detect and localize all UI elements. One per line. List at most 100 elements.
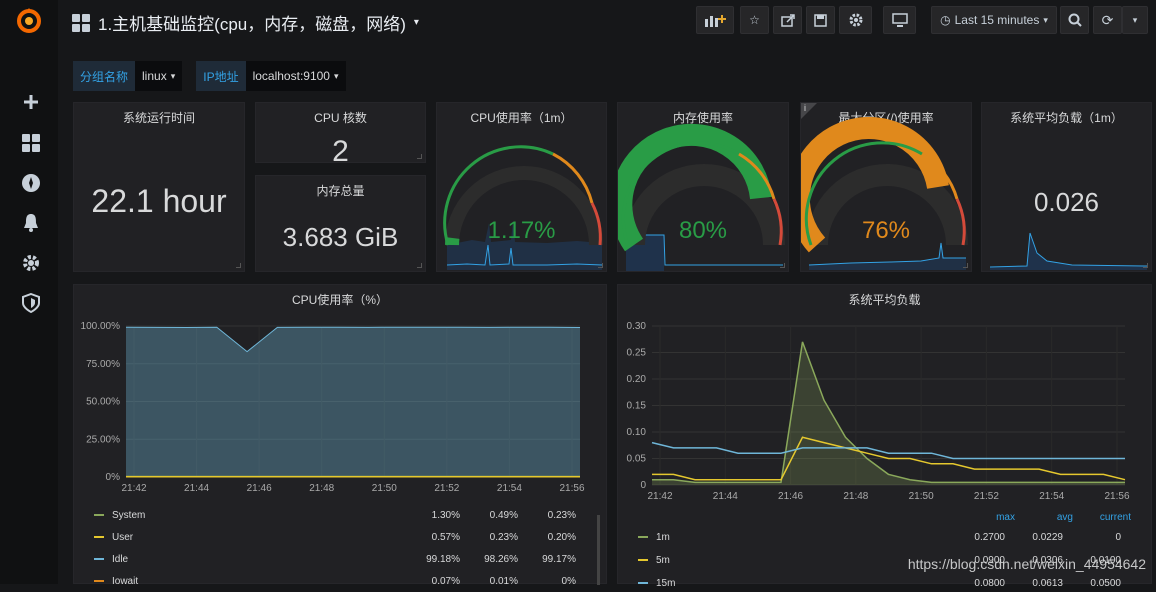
caret-down-icon: ▾ — [414, 17, 419, 28]
series-line-1m[interactable] — [652, 342, 1125, 482]
legend-series-name[interactable]: 5m — [656, 555, 947, 566]
y-tick-label: 0 — [640, 480, 646, 491]
sparkline — [990, 233, 1147, 267]
panel-mem-total[interactable]: 内存总量 3.683 GiB — [255, 175, 426, 272]
x-tick-label: 21:48 — [309, 483, 334, 494]
variable-select[interactable]: localhost:9100▾ — [246, 61, 346, 91]
panel-load-avg[interactable]: 系统平均负载（1m） 0.026 — [981, 102, 1152, 272]
legend-max-value: 0.0800 — [947, 578, 1005, 589]
panel-load-chart[interactable]: 系统平均负载 00.050.100.150.200.250.3021:4221:… — [617, 284, 1152, 584]
legend-swatch[interactable] — [94, 514, 104, 516]
share-button[interactable] — [773, 6, 802, 34]
legend-series-name[interactable]: User — [112, 532, 402, 543]
legend-series-name[interactable]: 15m — [656, 578, 947, 589]
legend-row-1m[interactable]: 1m0.27000.02290 — [638, 528, 1121, 546]
legend-row-iowait[interactable]: Iowait0.07%0.01%0% — [94, 572, 576, 590]
x-tick-label: 21:46 — [247, 483, 272, 494]
star-button[interactable]: ☆ — [740, 6, 769, 34]
variable-value: linux — [142, 69, 167, 83]
y-tick-label: 0.20 — [627, 374, 647, 385]
y-tick-label: 100.00% — [81, 321, 121, 332]
refresh-button[interactable]: ⟳ — [1093, 6, 1122, 34]
legend-row-user[interactable]: User0.57%0.23%0.20% — [94, 528, 576, 546]
resize-handle[interactable] — [236, 263, 241, 268]
panel-cpu-chart[interactable]: CPU使用率（%） 0%25.00%50.00%75.00%100.00%21:… — [73, 284, 607, 584]
create-plus-icon[interactable] — [19, 90, 43, 114]
dashboards-grid-icon[interactable] — [19, 131, 43, 155]
legend-swatch[interactable] — [638, 536, 648, 538]
add-panel-button[interactable] — [696, 6, 734, 34]
alerting-bell-icon[interactable] — [19, 211, 43, 235]
resize-handle[interactable] — [963, 263, 968, 268]
legend-swatch[interactable] — [94, 536, 104, 538]
legend-series-name[interactable]: Iowait — [112, 576, 402, 587]
resize-handle[interactable] — [417, 263, 422, 268]
legend-scrollbar[interactable] — [597, 515, 600, 585]
resize-handle[interactable] — [1143, 263, 1148, 268]
grafana-logo-icon[interactable] — [15, 6, 43, 34]
variable-ip: IP地址 localhost:9100▾ — [196, 61, 345, 91]
legend-avg-value: 0.23% — [460, 532, 518, 543]
tv-mode-button[interactable] — [883, 6, 916, 34]
legend-current-value: 99.17% — [518, 554, 576, 565]
caret-down-icon: ▾ — [1133, 15, 1138, 26]
legend-series-name[interactable]: Idle — [112, 554, 402, 565]
settings-button[interactable] — [839, 6, 872, 34]
legend-header-max[interactable]: max — [957, 512, 1015, 526]
legend-series-name[interactable]: System — [112, 510, 402, 521]
legend-series-name[interactable]: 1m — [656, 532, 947, 543]
load-avg-value: 0.026 — [982, 187, 1151, 218]
variable-select[interactable]: linux▾ — [135, 61, 182, 91]
legend-max-value: 0.07% — [402, 576, 460, 587]
legend-max-value: 0.2700 — [947, 532, 1005, 543]
dashboard-title[interactable]: 1.主机基础监控(cpu，内存，磁盘，网络) ▾ — [72, 10, 419, 35]
panel-disk-usage[interactable]: i 最大分区(/)使用率 76% — [800, 102, 972, 272]
y-tick-label: 50.00% — [86, 397, 120, 408]
legend-swatch[interactable] — [638, 559, 648, 561]
variable-label: 分组名称 — [73, 61, 135, 91]
legend-row-system[interactable]: System1.30%0.49%0.23% — [94, 506, 576, 524]
resize-handle[interactable] — [598, 263, 603, 268]
resize-handle[interactable] — [780, 263, 785, 268]
server-admin-shield-icon[interactable] — [19, 291, 43, 315]
save-icon — [814, 14, 827, 27]
variable-value: localhost:9100 — [253, 69, 330, 83]
save-button[interactable] — [806, 6, 835, 34]
side-menu — [0, 0, 58, 584]
y-tick-label: 0.15 — [627, 401, 647, 412]
legend-swatch[interactable] — [94, 558, 104, 560]
panel-uptime[interactable]: 系统运行时间 22.1 hour — [73, 102, 245, 272]
series-area-1m — [652, 342, 1125, 485]
panel-mem-usage[interactable]: 内存使用率 80% — [617, 102, 789, 272]
panel-cpu-usage[interactable]: CPU使用率（1m） 1.17% — [436, 102, 607, 272]
legend-row-15m[interactable]: 15m0.08000.06130.0500 — [638, 574, 1121, 592]
cpu-usage-value: 1.17% — [437, 217, 606, 245]
legend-row-idle[interactable]: Idle99.18%98.26%99.17% — [94, 550, 576, 568]
legend-max-value: 0.57% — [402, 532, 460, 543]
legend-avg-value: 0.0613 — [1005, 578, 1063, 589]
mem-gauge — [618, 103, 790, 273]
time-picker-button[interactable]: ◷ Last 15 minutes ▾ — [931, 6, 1057, 34]
legend-swatch[interactable] — [94, 580, 104, 582]
explore-compass-icon[interactable] — [19, 171, 43, 195]
legend-avg-value: 98.26% — [460, 554, 518, 565]
legend-header-avg[interactable]: avg — [1015, 512, 1073, 526]
mem-usage-value: 80% — [618, 217, 788, 245]
series-line-15m[interactable] — [652, 443, 1125, 459]
legend-avg-value: 0.0229 — [1005, 532, 1063, 543]
legend-current-value: 0% — [518, 576, 576, 587]
x-tick-label: 21:50 — [372, 483, 397, 494]
configuration-gear-icon[interactable] — [19, 251, 43, 275]
clock-icon: ◷ — [940, 13, 950, 27]
refresh-interval-dropdown[interactable]: ▾ — [1122, 6, 1148, 34]
x-tick-label: 21:54 — [497, 483, 522, 494]
y-tick-label: 0.25 — [627, 348, 647, 359]
panel-cpu-count[interactable]: CPU 核数 2 — [255, 102, 426, 163]
legend-current-value: 0 — [1063, 532, 1121, 543]
x-tick-label: 21:50 — [909, 491, 934, 502]
legend-header-current[interactable]: current — [1073, 512, 1131, 526]
x-tick-label: 21:48 — [843, 491, 868, 502]
zoom-out-button[interactable] — [1060, 6, 1089, 34]
x-tick-label: 21:54 — [1039, 491, 1064, 502]
resize-handle[interactable] — [417, 154, 422, 159]
